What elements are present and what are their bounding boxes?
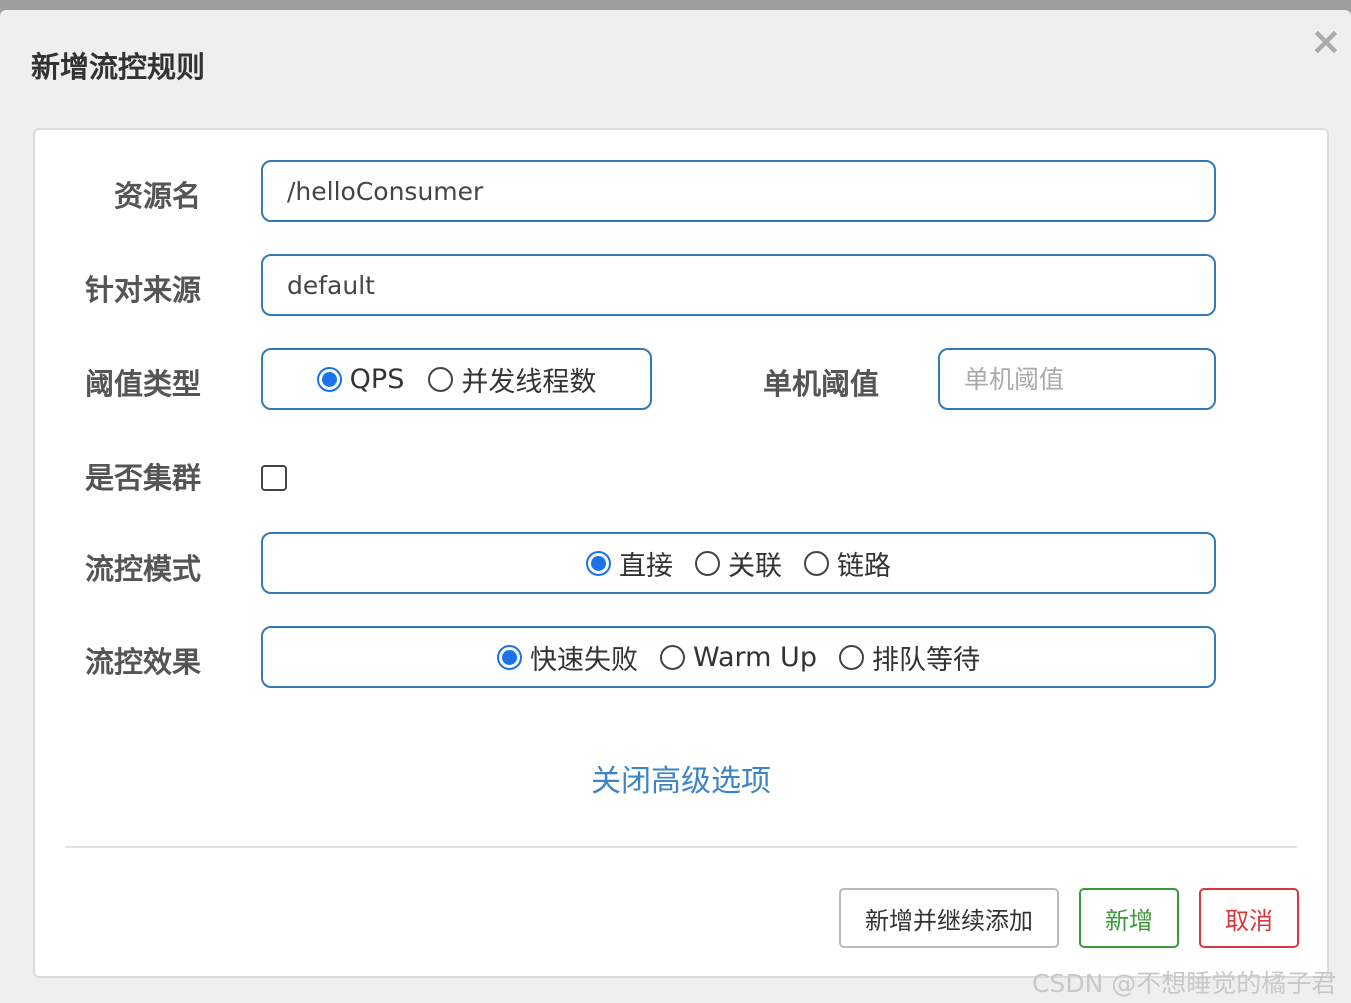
behavior-option-fast-fail[interactable]: 快速失败 (497, 638, 638, 677)
limit-app-field (261, 254, 1216, 316)
cancel-button[interactable]: 取消 (1199, 888, 1299, 948)
threshold-input[interactable] (940, 350, 1214, 408)
strategy-option-direct[interactable]: 直接 (586, 544, 673, 583)
strategy-option-chain[interactable]: 链路 (804, 544, 891, 583)
grade-radio-box: QPS 并发线程数 (261, 348, 652, 410)
strategy-radio-box: 直接 关联 链路 (261, 532, 1216, 594)
grade-option-thread[interactable]: 并发线程数 (428, 360, 596, 399)
strategy-option-label: 直接 (619, 550, 673, 582)
behavior-option-label: Warm Up (693, 641, 817, 673)
strategy-option-label: 链路 (837, 550, 891, 582)
behavior-option-queue[interactable]: 排队等待 (838, 638, 980, 677)
limit-app-label: 针对来源 (84, 273, 201, 307)
radio-checked-icon[interactable] (586, 550, 611, 576)
radio-unchecked-icon[interactable] (660, 644, 686, 670)
behavior-option-label: 快速失败 (530, 644, 639, 676)
behavior-option-label: 排队等待 (871, 644, 980, 676)
radio-checked-icon[interactable] (316, 366, 342, 392)
threshold-field (938, 348, 1216, 410)
behavior-option-warm-up[interactable]: Warm Up (660, 642, 817, 673)
resource-input[interactable] (263, 162, 1214, 220)
strategy-option-relate[interactable]: 关联 (695, 544, 782, 583)
radio-unchecked-icon[interactable] (838, 644, 864, 670)
strategy-label: 流控模式 (84, 552, 201, 586)
close-icon[interactable]: × (1310, 22, 1342, 60)
dialog-title: 新增流控规则 (31, 50, 206, 84)
behavior-label: 流控效果 (84, 645, 201, 679)
grade-option-qps[interactable]: QPS (316, 363, 405, 395)
radio-unchecked-icon[interactable] (804, 550, 829, 576)
limit-app-input[interactable] (263, 256, 1214, 314)
advanced-options-toggle[interactable]: 关闭高级选项 (35, 756, 1327, 800)
radio-checked-icon[interactable] (497, 644, 523, 670)
resource-field (261, 160, 1216, 222)
watermark: CSDN @不想睡觉的橘子君 (1032, 969, 1337, 998)
resource-label: 资源名 (113, 179, 201, 213)
radio-unchecked-icon[interactable] (428, 366, 454, 392)
grade-label: 阈值类型 (84, 367, 201, 401)
flow-rule-dialog: 新增流控规则 × 资源名 针对来源 阈值类型 QPS 并发线程数 (0, 10, 1351, 1003)
strategy-option-label: 关联 (728, 550, 782, 582)
grade-option-label: QPS (349, 363, 405, 395)
form-panel: 资源名 针对来源 阈值类型 QPS 并发线程数 单机阈值 (33, 128, 1329, 978)
cluster-checkbox[interactable] (261, 465, 287, 491)
add-button[interactable]: 新增 (1079, 888, 1179, 948)
add-continue-button[interactable]: 新增并继续添加 (839, 888, 1059, 948)
grade-option-label: 并发线程数 (461, 366, 597, 398)
threshold-label: 单机阈值 (762, 367, 879, 401)
behavior-radio-box: 快速失败 Warm Up 排队等待 (261, 626, 1216, 688)
footer-divider (65, 846, 1297, 848)
cluster-label: 是否集群 (84, 461, 201, 495)
radio-unchecked-icon[interactable] (695, 550, 720, 576)
